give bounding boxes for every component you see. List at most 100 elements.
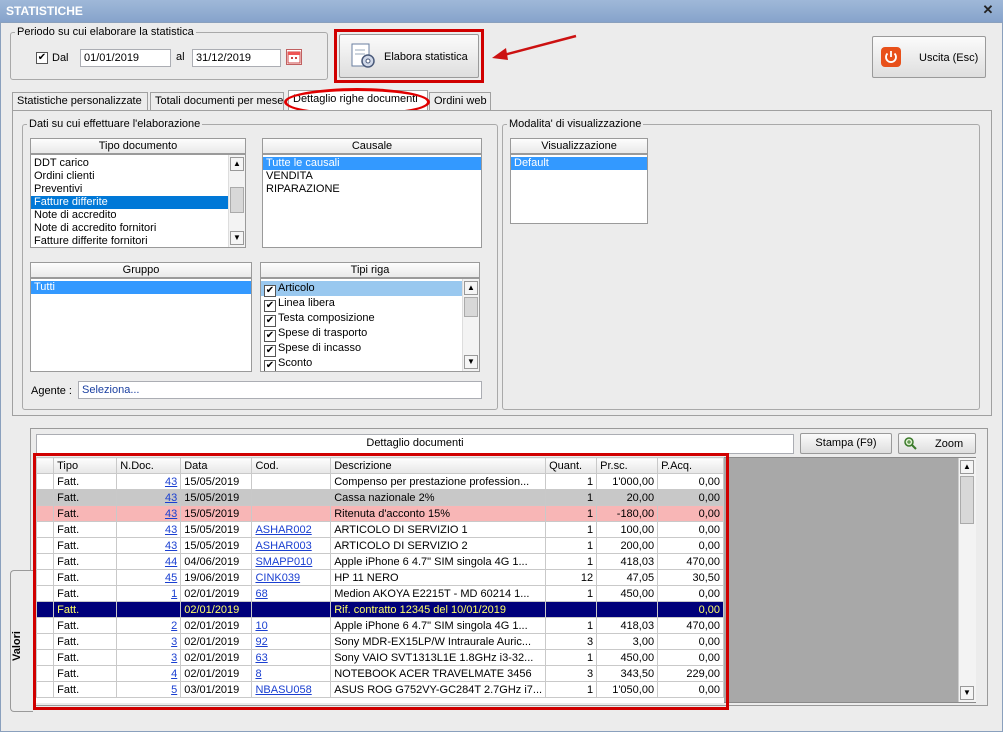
- scroll-up-icon[interactable]: ▲: [464, 281, 478, 295]
- vertical-scrollbar[interactable]: ▲ ▼: [228, 155, 245, 247]
- table-row[interactable]: Fatt. 5 03/01/2019 NBASU058 ASUS ROG G752VY-…: [36, 681, 724, 698]
- column-header[interactable]: Descrizione: [330, 457, 547, 474]
- gruppo-list[interactable]: Tutti: [30, 278, 252, 372]
- list-item-selected[interactable]: Default: [511, 157, 647, 170]
- cell-ndoc[interactable]: 3: [116, 649, 182, 666]
- list-item[interactable]: DDT carico: [31, 157, 245, 170]
- list-item[interactable]: ✔ Spese di incasso: [261, 341, 479, 357]
- cell-ndoc[interactable]: 43: [116, 505, 182, 522]
- checkbox[interactable]: ✔: [264, 315, 276, 327]
- list-item[interactable]: Fatture differite fornitori: [31, 235, 245, 247]
- cell-ndoc[interactable]: 4: [116, 665, 182, 682]
- column-header[interactable]: P.Acq.: [657, 457, 724, 474]
- causale-list[interactable]: Tutte le causali VENDITA RIPARAZIONE: [262, 154, 482, 248]
- table-row[interactable]: Fatt. 43 15/05/2019 Compenso per prestazion…: [36, 473, 724, 490]
- table-row[interactable]: Fatt. 45 19/06/2019 CINK039 HP 11 NERO 12 47,0…: [36, 569, 724, 586]
- column-header[interactable]: Tipo: [53, 457, 118, 474]
- cell-cod[interactable]: NBASU058: [251, 681, 332, 698]
- cell-ndoc[interactable]: 5: [116, 681, 182, 698]
- zoom-button[interactable]: Zoom: [898, 433, 976, 454]
- cell-ndoc[interactable]: 44: [116, 553, 182, 570]
- cell-cod[interactable]: CINK039: [251, 569, 332, 586]
- agente-input[interactable]: Seleziona...: [78, 381, 482, 399]
- date-to-input[interactable]: 31/12/2019: [192, 49, 281, 67]
- scroll-thumb[interactable]: [230, 187, 244, 213]
- table-row[interactable]: Fatt. 43 15/05/2019 Cassa nazionale 2% 1 20,0…: [36, 489, 724, 506]
- list-item[interactable]: RIPARAZIONE: [263, 183, 481, 196]
- list-item[interactable]: ✔ Sconto: [261, 356, 479, 371]
- checkbox[interactable]: ✔: [264, 285, 276, 297]
- cell-cod[interactable]: 68: [251, 585, 332, 602]
- list-item[interactable]: Note di accredito fornitori: [31, 222, 245, 235]
- table-row[interactable]: Fatt. 44 04/06/2019 SMAPP010 Apple iPhone 6 …: [36, 553, 724, 570]
- cell-ndoc[interactable]: 43: [116, 521, 182, 538]
- list-item-selected[interactable]: Tutti: [31, 281, 251, 294]
- column-header[interactable]: Pr.sc.: [596, 457, 659, 474]
- table-row[interactable]: Fatt. 1 02/01/2019 68 Medion AKOYA E2215T - …: [36, 585, 724, 602]
- scroll-thumb[interactable]: [464, 297, 478, 317]
- list-item[interactable]: ✔ Linea libera: [261, 296, 479, 312]
- cell-cod[interactable]: ASHAR003: [251, 537, 332, 554]
- cell-cod[interactable]: SMAPP010: [251, 553, 332, 570]
- elabora-statistica-button[interactable]: Elabora statistica: [339, 34, 479, 78]
- checkbox[interactable]: ✔: [264, 330, 276, 342]
- table-row[interactable]: Fatt. 2 02/01/2019 10 Apple iPhone 6 4.7" SI…: [36, 617, 724, 634]
- cell-cod[interactable]: 63: [251, 649, 332, 666]
- table-row[interactable]: Fatt. 3 02/01/2019 92 Sony MDR-EX15LP/W Intr…: [36, 633, 724, 650]
- checkbox[interactable]: ✔: [264, 345, 276, 357]
- table-row[interactable]: Fatt. 4 02/01/2019 8 NOTEBOOK ACER TRAVELMAT…: [36, 665, 724, 682]
- column-header[interactable]: Data: [180, 457, 253, 474]
- checkbox[interactable]: ✔: [264, 360, 276, 371]
- cell-ndoc[interactable]: 1: [116, 585, 182, 602]
- cell-cod[interactable]: 8: [251, 665, 332, 682]
- tipo-documento-list[interactable]: DDT carico Ordini clienti Preventivi Fat…: [30, 154, 246, 248]
- tab-totali-documenti[interactable]: Totali documenti per mese: [150, 92, 284, 110]
- list-item[interactable]: ✔ Testa composizione: [261, 311, 479, 327]
- scroll-down-icon[interactable]: ▼: [230, 231, 244, 245]
- list-item[interactable]: ✔ Spese di trasporto: [261, 326, 479, 342]
- tab-statistiche-personalizzate[interactable]: Statistiche personalizzate: [12, 92, 148, 110]
- close-icon[interactable]: ✕: [981, 3, 995, 17]
- uscita-button[interactable]: Uscita (Esc): [872, 36, 986, 78]
- cell-ndoc[interactable]: 43: [116, 489, 182, 506]
- dal-checkbox[interactable]: ✔: [36, 52, 48, 64]
- visualizzazione-list[interactable]: Default: [510, 154, 648, 224]
- stampa-button[interactable]: Stampa (F9): [800, 433, 892, 454]
- table-row[interactable]: Fatt. 43 15/05/2019 ASHAR002 ARTICOLO DI SER…: [36, 521, 724, 538]
- tab-ordini-web[interactable]: Ordini web: [429, 92, 491, 110]
- column-header[interactable]: Quant.: [545, 457, 598, 474]
- calendar-icon[interactable]: [286, 49, 302, 65]
- list-item-selected[interactable]: ✔ Articolo: [261, 281, 479, 297]
- scroll-up-icon[interactable]: ▲: [230, 157, 244, 171]
- cell-ndoc[interactable]: 43: [116, 537, 182, 554]
- table-row[interactable]: Fatt. 02/01/2019 Rif. contratto 12345 del …: [36, 601, 724, 618]
- cell-ndoc[interactable]: 2: [116, 617, 182, 634]
- list-item[interactable]: Note di accredito: [31, 209, 245, 222]
- column-header[interactable]: Cod.: [251, 457, 332, 474]
- cell-ndoc[interactable]: 45: [116, 569, 182, 586]
- cell-cod[interactable]: ASHAR002: [251, 521, 332, 538]
- list-item[interactable]: VENDITA: [263, 170, 481, 183]
- list-item-selected[interactable]: Fatture differite: [31, 196, 245, 209]
- table-row[interactable]: Fatt. 3 02/01/2019 63 Sony VAIO SVT1313L1E 1…: [36, 649, 724, 666]
- tab-dettaglio-righe[interactable]: Dettaglio righe documenti: [288, 90, 428, 110]
- table-row[interactable]: Fatt. 43 15/05/2019 Ritenuta d'acconto 15% 1…: [36, 505, 724, 522]
- cell-cod[interactable]: 92: [251, 633, 332, 650]
- scroll-down-icon[interactable]: ▼: [464, 355, 478, 369]
- cell-ndoc[interactable]: 43: [116, 473, 182, 490]
- vertical-scrollbar[interactable]: ▲ ▼: [462, 279, 479, 371]
- tab-valori[interactable]: Valori: [10, 570, 33, 712]
- cell-cod[interactable]: 10: [251, 617, 332, 634]
- column-header[interactable]: N.Doc.: [116, 457, 182, 474]
- list-item[interactable]: Ordini clienti: [31, 170, 245, 183]
- date-from-input[interactable]: 01/01/2019: [80, 49, 171, 67]
- table-row[interactable]: Fatt. 43 15/05/2019 ASHAR003 ARTICOLO DI SER…: [36, 537, 724, 554]
- cell-ndoc[interactable]: 3: [116, 633, 182, 650]
- list-item[interactable]: Preventivi: [31, 183, 245, 196]
- checkbox[interactable]: ✔: [264, 300, 276, 312]
- scroll-up-icon[interactable]: ▲: [960, 460, 974, 474]
- grid-vertical-scrollbar[interactable]: ▲ ▼: [958, 458, 976, 702]
- list-item-selected[interactable]: Tutte le causali: [263, 157, 481, 170]
- scroll-thumb[interactable]: [960, 476, 974, 524]
- tipi-riga-list[interactable]: ✔ Articolo ✔ Linea libera ✔ Testa composizi…: [260, 278, 480, 372]
